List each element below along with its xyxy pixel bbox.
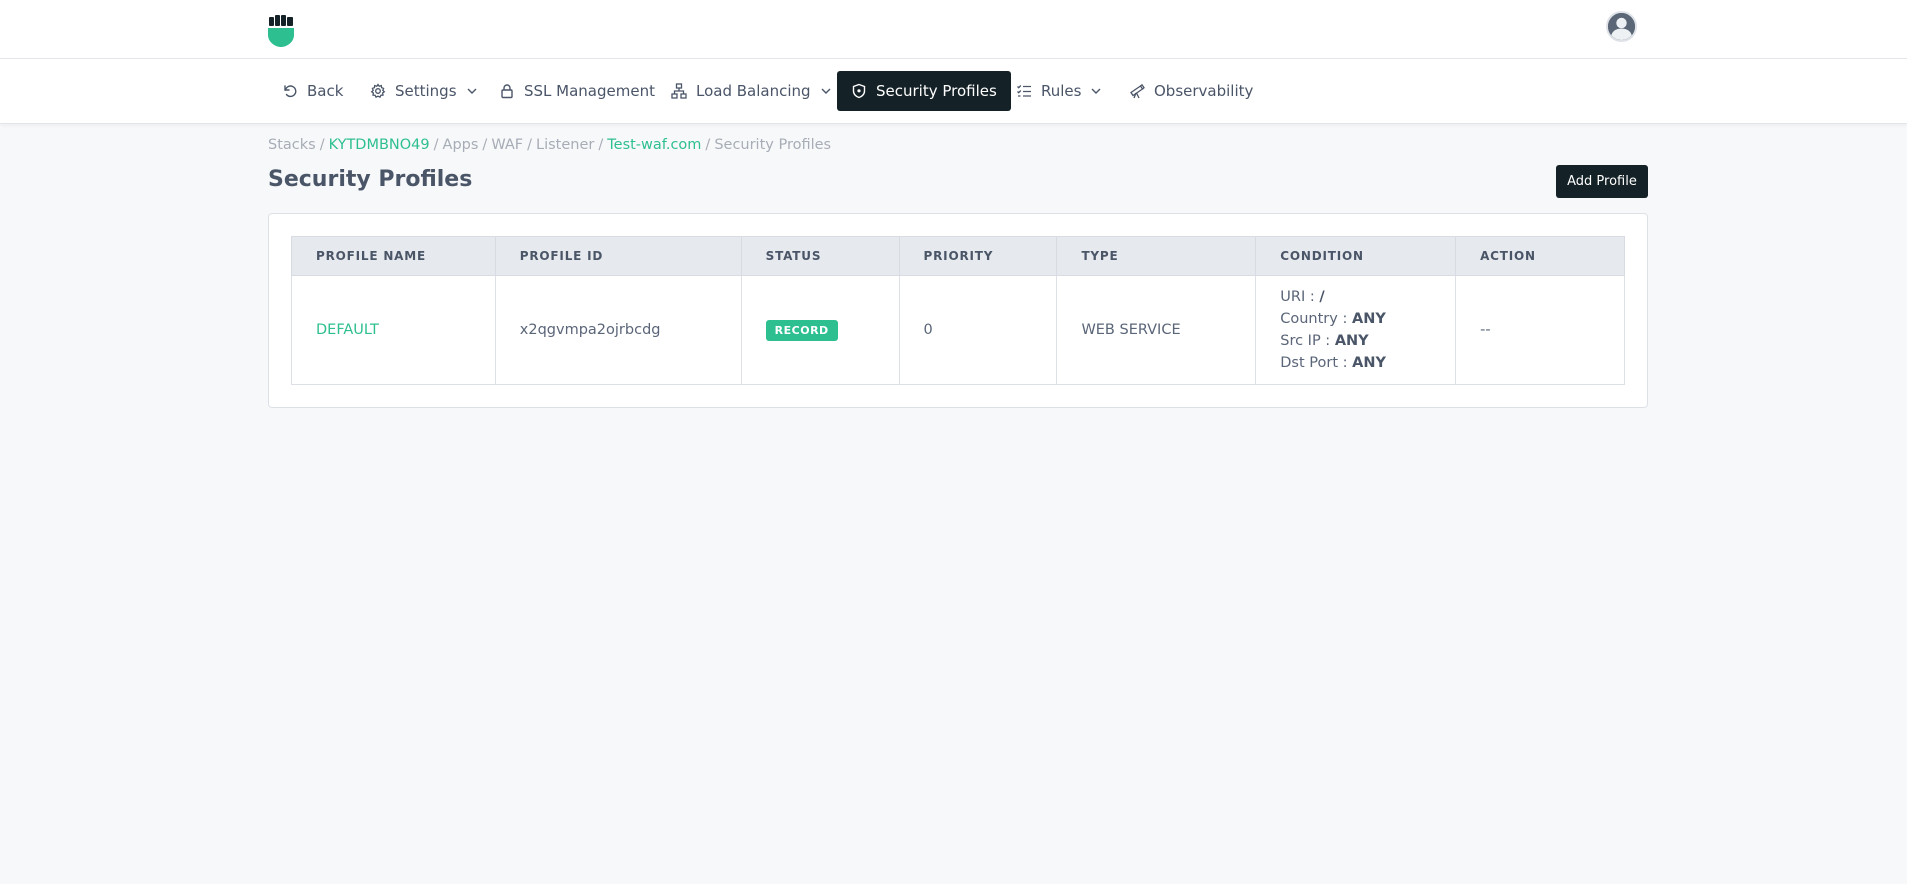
undo-arrow-icon [284,85,297,98]
condition-src-ip-value: ANY [1334,333,1369,349]
column-header-profile-id: PROFILE ID [494,236,742,276]
breadcrumb-stack-id[interactable]: KYTDMBNO49 [329,137,430,153]
breadcrumb-separator: / [482,137,488,153]
nav-security-profiles[interactable]: Security Profiles [837,71,1011,111]
condition-dst-port-label: Dst Port : [1280,355,1348,371]
column-header-status: STATUS [740,236,900,276]
profiles-table: PROFILE NAME PROFILE ID STATUS PRIORITY … [291,236,1625,385]
add-profile-button[interactable]: Add Profile [1556,165,1648,198]
condition-country-value: ANY [1351,311,1386,327]
chevron-down-icon [1091,88,1101,94]
column-header-action: ACTION [1455,236,1625,276]
condition-dst-port: Dst Port : ANY [1280,352,1455,374]
breadcrumb-separator: / [319,137,325,153]
condition-country: Country : ANY [1280,308,1455,330]
nav-load-balancing[interactable]: Load Balancing [671,71,832,111]
chevron-down-icon [821,88,831,94]
breadcrumb-current: Security Profiles [714,137,832,153]
nav-security-profiles-label: Security Profiles [876,82,997,100]
page-title: Security Profiles [268,167,473,192]
nav-settings[interactable]: Settings [370,71,478,111]
condition-uri-label: URI : [1280,289,1315,305]
gear-icon [370,83,386,98]
action-cell: -- [1455,275,1625,385]
nav-observability[interactable]: Observability [1129,71,1253,111]
user-avatar[interactable] [1606,11,1637,42]
breadcrumb-separator: / [705,137,711,153]
top-bar [0,0,1907,59]
condition-src-ip-label: Src IP : [1280,333,1331,349]
nav-rules[interactable]: Rules [1016,71,1102,111]
priority: 0 [898,275,1058,385]
breadcrumb-waf[interactable]: WAF [491,137,523,153]
condition-uri: URI : / [1280,286,1455,308]
profile-name-link[interactable]: DEFAULT [291,275,496,385]
column-header-condition: CONDITION [1255,236,1457,276]
nav-back-label: Back [307,82,344,100]
telescope-icon [1130,83,1145,99]
status-cell: RECORD [740,275,900,385]
condition-uri-value: / [1319,289,1325,305]
breadcrumb-separator: / [598,137,604,153]
nav-ssl-management[interactable]: SSL Management [499,71,655,111]
nav-rules-label: Rules [1041,82,1082,100]
shield-icon [852,83,866,99]
checklist-icon [1017,85,1031,97]
nav-ssl-label: SSL Management [524,82,655,100]
condition-src-ip: Src IP : ANY [1280,330,1455,352]
condition-country-label: Country : [1280,311,1348,327]
breadcrumb-separator: / [527,137,533,153]
profiles-card: PROFILE NAME PROFILE ID STATUS PRIORITY … [268,213,1648,408]
nav-load-balancing-label: Load Balancing [696,82,811,100]
chevron-down-icon [467,88,477,94]
main-nav: Back Settings SSL Management Load Balanc… [0,59,1907,124]
nav-back[interactable]: Back [282,71,343,111]
condition-cell: URI : / Country : ANY Src IP : ANY Dst P… [1255,275,1457,385]
table-header-row: PROFILE NAME PROFILE ID STATUS PRIORITY … [291,236,1625,276]
column-header-profile-name: PROFILE NAME [291,236,496,276]
condition-dst-port-value: ANY [1352,355,1386,371]
breadcrumb-stacks[interactable]: Stacks [268,137,316,153]
breadcrumb-separator: / [433,137,439,153]
status-badge: RECORD [765,319,838,341]
nav-settings-label: Settings [395,82,457,100]
column-header-type: TYPE [1056,236,1257,276]
breadcrumb-domain[interactable]: Test-waf.com [607,137,701,153]
lock-icon [501,84,513,99]
breadcrumb: Stacks / KYTDMBNO49/Apps / WAF / Listener / Test… [268,137,831,153]
profile-type: WEB SERVICE [1056,275,1257,385]
column-header-priority: PRIORITY [898,236,1058,276]
network-icon [671,83,687,99]
profile-id: x2qgvmpa2ojrbcdg [494,275,742,385]
app-logo[interactable] [267,14,297,48]
breadcrumb-apps[interactable]: Apps [443,137,479,153]
nav-observability-label: Observability [1154,82,1254,100]
breadcrumb-listener[interactable]: Listener [536,137,594,153]
table-row: DEFAULT x2qgvmpa2ojrbcdg RECORD 0 WEB SE… [291,275,1625,385]
